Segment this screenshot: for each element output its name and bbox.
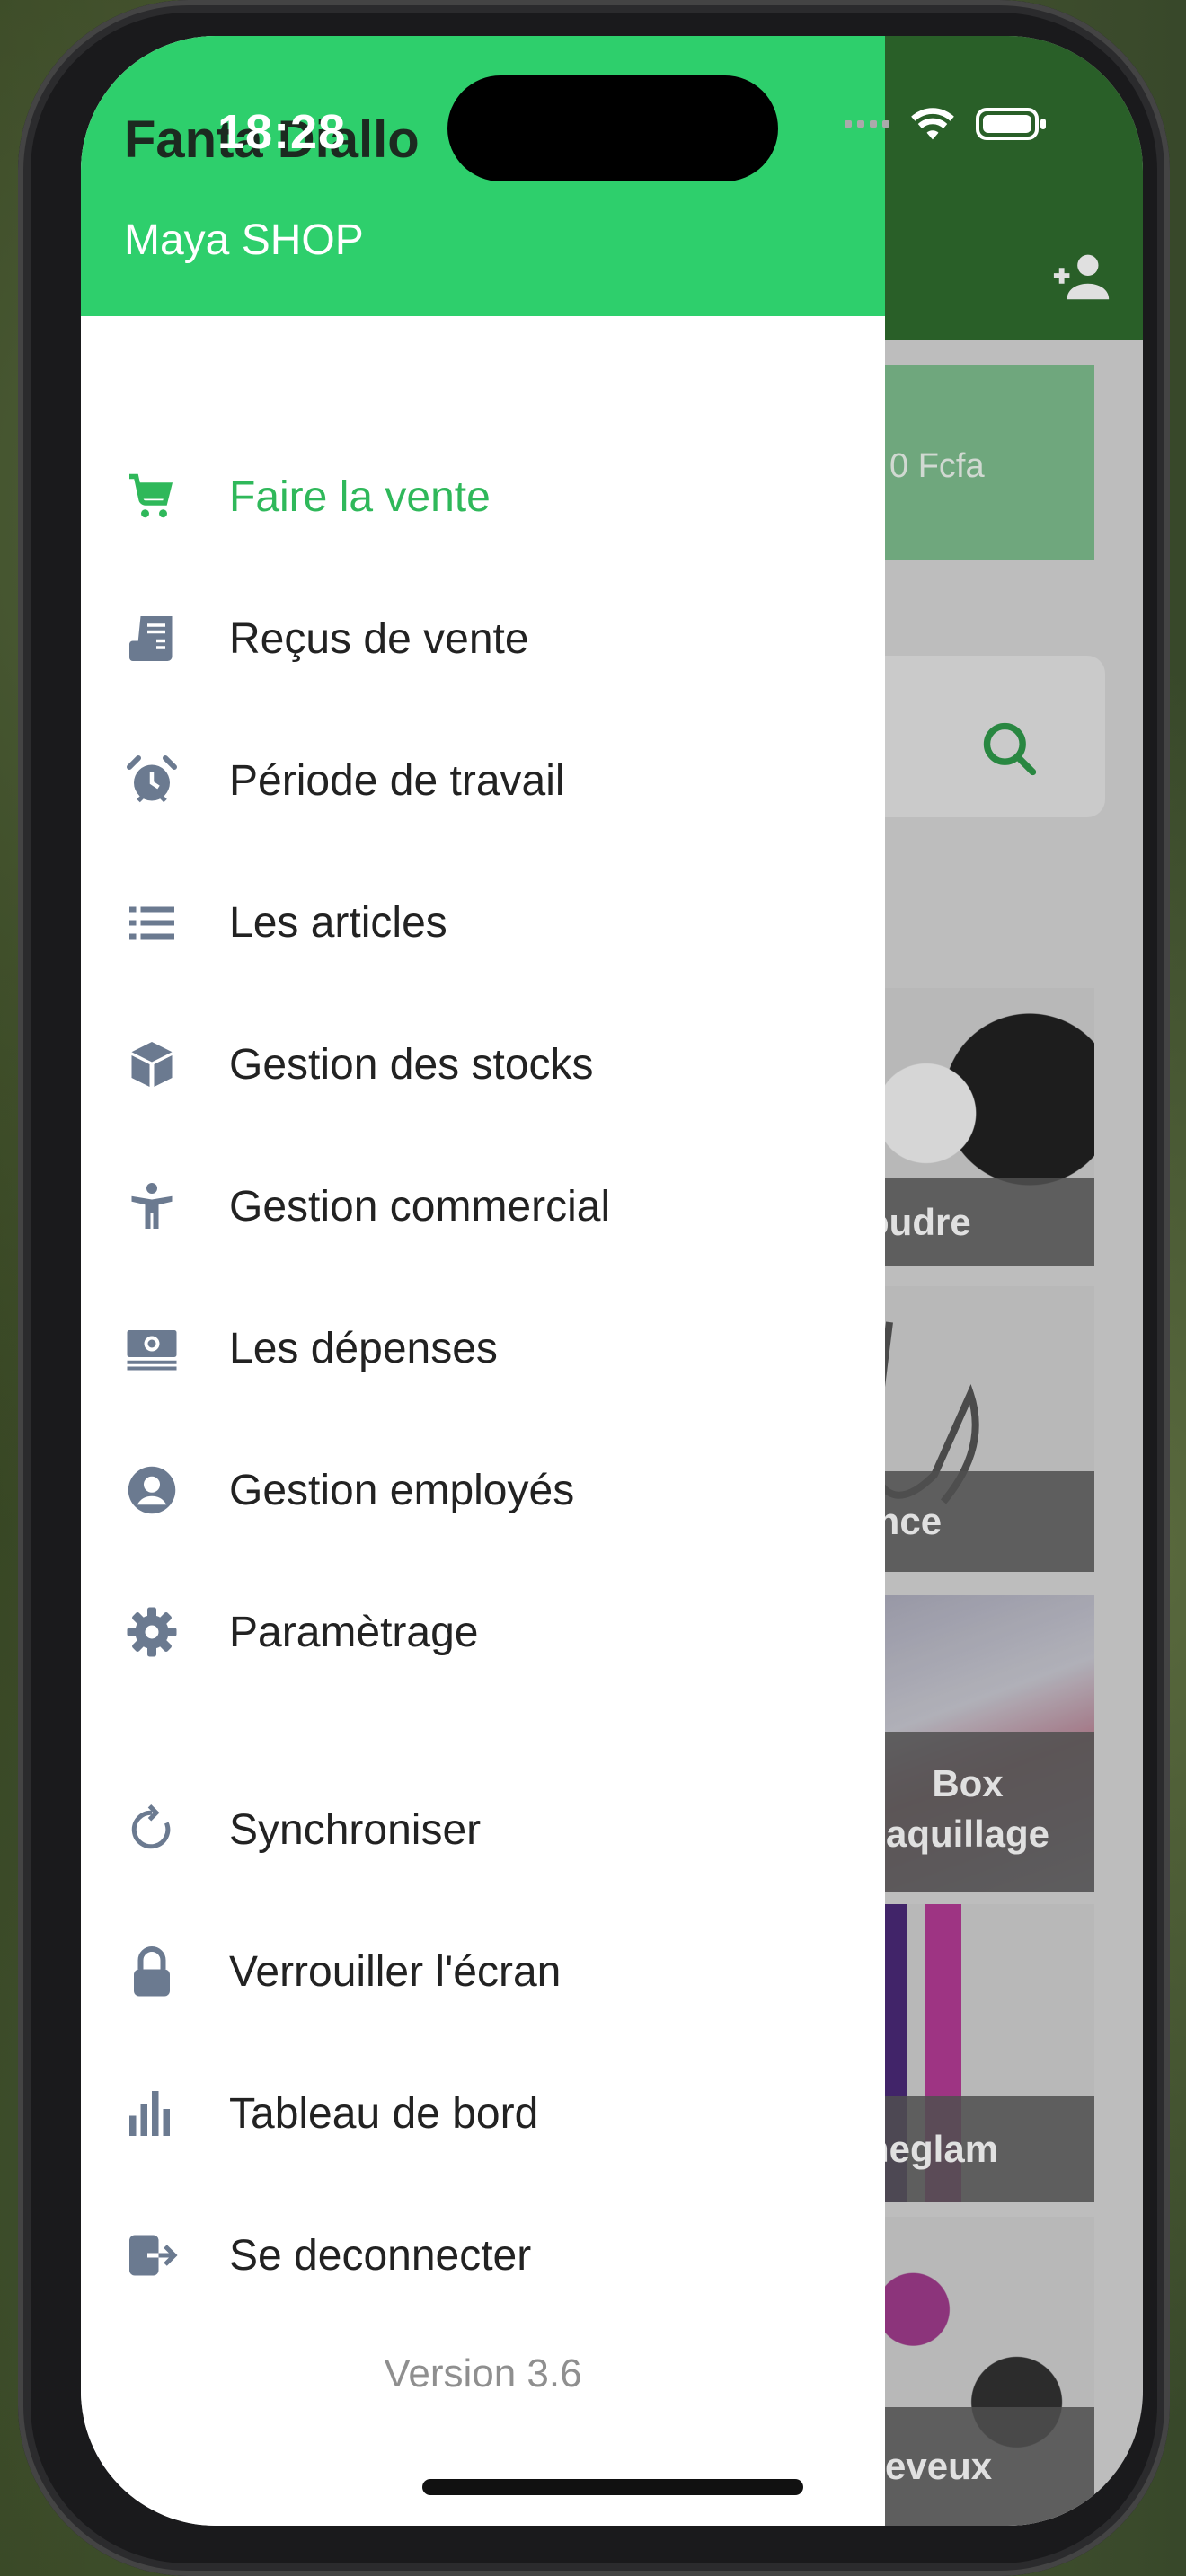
dynamic-island [447,75,778,181]
status-icons [845,106,1048,142]
list-icon [122,893,181,952]
menu-item-gestion-des-stocks[interactable]: Gestion des stocks [81,1024,885,1105]
menu-item-verrouiller-ecran[interactable]: Verrouiller l'écran [81,1931,885,2012]
menu-item-label: Paramètrage [229,1608,479,1656]
menu-item-les-articles[interactable]: Les articles [81,882,885,963]
alarm-clock-icon [122,751,181,810]
drawer-overlay[interactable] [881,36,1143,2526]
menu-item-se-deconnecter[interactable]: Se deconnecter [81,2215,885,2296]
menu-item-gestion-employes[interactable]: Gestion employés [81,1450,885,1531]
money-icon [122,1319,181,1378]
menu-item-label: Reçus de vente [229,614,529,663]
menu-item-faire-la-vente[interactable]: Faire la vente [81,456,885,537]
logout-icon [122,2226,181,2285]
menu-item-label: Gestion employés [229,1466,575,1514]
menu-item-parametrage[interactable]: Paramètrage [81,1592,885,1672]
menu-item-label: Verrouiller l'écran [229,1947,562,1996]
menu-item-label: Se deconnecter [229,2231,532,2280]
menu-item-label: Les articles [229,898,447,947]
menu-item-periode-de-travail[interactable]: Période de travail [81,740,885,821]
menu-item-label: Les dépenses [229,1324,498,1372]
bar-chart-icon [122,2084,181,2143]
menu-item-label: Synchroniser [229,1805,482,1854]
screen: 0 Fcfa Poudre Pince Box aquillage Shegla… [81,36,1143,2526]
user-circle-icon [122,1460,181,1520]
battery-icon [976,108,1046,140]
menu-item-tableau-de-bord[interactable]: Tableau de bord [81,2073,885,2154]
lock-icon [122,1942,181,2001]
shop-name: Maya SHOP [124,216,364,264]
menu-item-recus-de-vente[interactable]: Reçus de vente [81,598,885,679]
menu-item-label: Faire la vente [229,472,491,521]
menu-item-gestion-commercial[interactable]: Gestion commercial [81,1166,885,1247]
home-indicator[interactable] [422,2479,803,2495]
gear-icon [122,1602,181,1662]
signal-icon [845,120,890,128]
box-icon [122,1035,181,1094]
cart-icon [122,467,181,526]
receipt-icon [122,609,181,668]
navigation-drawer: Fanta Diallo Maya SHOP 18:28 Faire la ve… [81,36,885,2526]
menu-item-les-depenses[interactable]: Les dépenses [81,1308,885,1389]
person-icon [122,1177,181,1236]
menu-item-synchroniser[interactable]: Synchroniser [81,1789,885,1870]
status-time: 18:28 [217,105,347,159]
phone-frame: 0 Fcfa Poudre Pince Box aquillage Shegla… [18,0,1170,2576]
menu-item-label: Gestion commercial [229,1182,611,1231]
sync-icon [122,1800,181,1859]
wifi-icon [911,108,954,140]
menu-item-label: Période de travail [229,756,565,805]
menu-item-label: Gestion des stocks [229,1040,594,1089]
app-version: Version 3.6 [384,2351,582,2395]
menu-item-label: Tableau de bord [229,2089,539,2138]
